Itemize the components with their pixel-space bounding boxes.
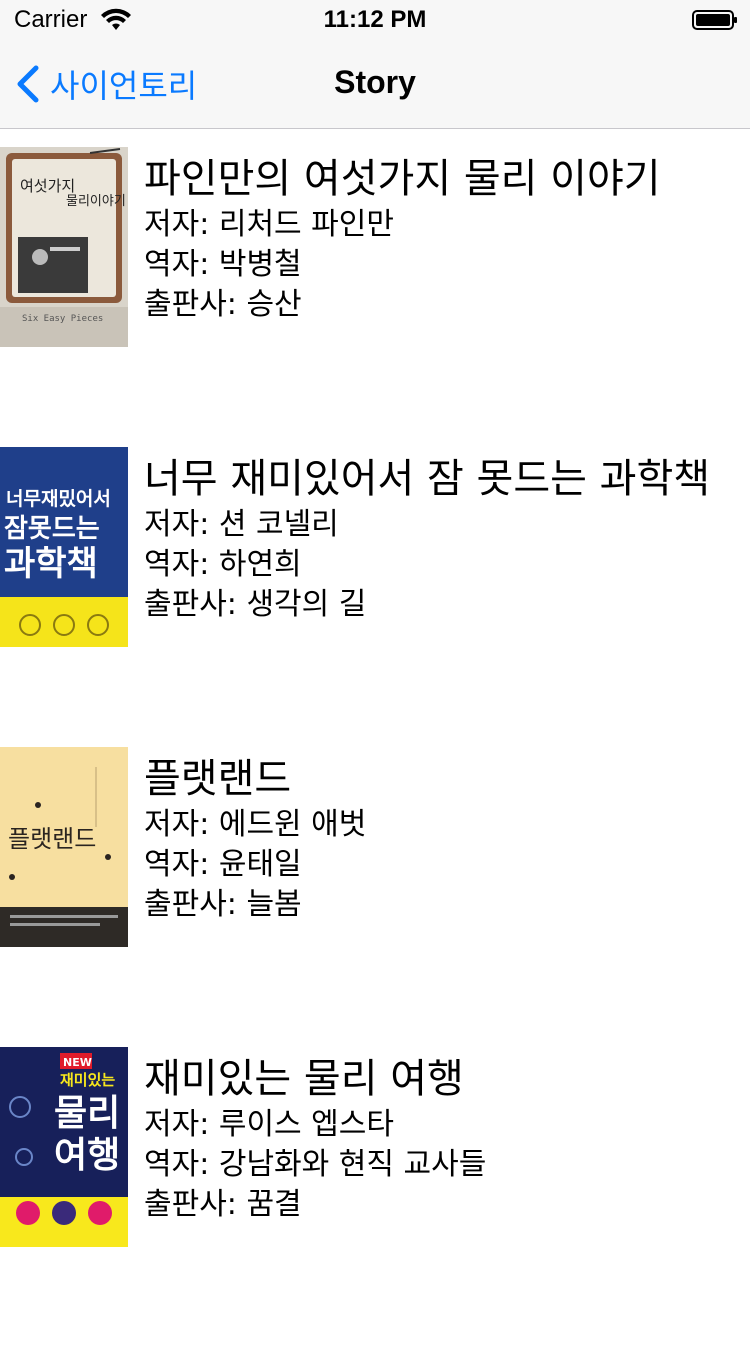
book-row[interactable]: 너무재밌어서 잠못드는 과학책 너무 재미있어서 잠 못드는 과학책 저자: 션… [0, 447, 750, 747]
book-title: 너무 재미있어서 잠 못드는 과학책 [144, 456, 711, 502]
svg-text:NEW: NEW [63, 1056, 92, 1069]
navigation-bar: 사이언토리 Story [0, 40, 750, 128]
book-cover-image: 플랫랜드 [0, 747, 128, 947]
book-row[interactable]: 플랫랜드 플랫랜드 저자: 에드윈 애벗 역자: 윤태일 출판사: 늘봄 [0, 747, 750, 1047]
book-info: 너무 재미있어서 잠 못드는 과학책 저자: 션 코넬리 역자: 하연희 출판사… [144, 453, 710, 625]
book-title: 재미있는 물리 여행 [144, 1056, 464, 1102]
status-bar: Carrier 11:12 PM [0, 0, 750, 40]
svg-text:플랫랜드: 플랫랜드 [8, 825, 96, 853]
book-info: 플랫랜드 저자: 에드윈 애벗 역자: 윤태일 출판사: 늘봄 [144, 753, 366, 925]
book-info: 재미있는 물리 여행 저자: 루이스 엡스타 역자: 강남화와 현직 교사들 출… [144, 1053, 486, 1225]
svg-text:여섯가지: 여섯가지 [20, 177, 75, 195]
book-info: 파인만의 여섯가지 물리 이야기 저자: 리처드 파인만 역자: 박병철 출판사… [144, 153, 661, 325]
svg-text:재미있는: 재미있는 [60, 1071, 115, 1089]
page-title: Story [334, 64, 416, 100]
book-translator: 역자: 하연희 [144, 547, 302, 582]
svg-text:너무재밌어서: 너무재밌어서 [6, 488, 111, 510]
svg-text:물리: 물리 [54, 1093, 120, 1134]
book-author: 저자: 션 코넬리 [144, 507, 339, 542]
battery-icon [692, 10, 737, 30]
book-row[interactable]: 여섯가지 물리이야기 Six Easy Pieces 파인만의 여섯가지 물리 … [0, 147, 750, 447]
book-title: 파인만의 여섯가지 물리 이야기 [144, 156, 661, 202]
book-cover-image: 너무재밌어서 잠못드는 과학책 [0, 447, 128, 647]
book-publisher: 출판사: 늘봄 [144, 887, 302, 922]
svg-text:여행: 여행 [54, 1135, 120, 1176]
svg-text:물리이야기: 물리이야기 [66, 194, 126, 209]
book-publisher: 출판사: 승산 [144, 287, 302, 322]
book-title: 플랫랜드 [144, 756, 292, 802]
book-publisher: 출판사: 생각의 길 [144, 587, 367, 622]
status-time: 11:12 PM [323, 6, 427, 33]
book-translator: 역자: 박병철 [144, 247, 302, 282]
book-row[interactable]: NEW 재미있는 물리 여행 재미있는 물리 여행 저자: 루이스 엡스타 역자… [0, 1047, 750, 1347]
book-translator: 역자: 강남화와 현직 교사들 [144, 1147, 487, 1182]
book-publisher: 출판사: 꿈결 [144, 1187, 302, 1222]
top-bar: Carrier 11:12 PM 사이언토리 Story [0, 0, 750, 129]
svg-text:Six Easy Pieces: Six Easy Pieces [22, 314, 103, 324]
book-cover-image: NEW 재미있는 물리 여행 [0, 1047, 128, 1247]
svg-text:과학책: 과학책 [4, 544, 98, 584]
book-cover-image: 여섯가지 물리이야기 Six Easy Pieces [0, 147, 128, 347]
book-author: 저자: 루이스 엡스타 [144, 1107, 394, 1142]
book-author: 저자: 에드윈 애벗 [144, 807, 367, 842]
svg-text:잠못드는: 잠못드는 [4, 514, 100, 544]
book-author: 저자: 리처드 파인만 [144, 207, 394, 242]
book-translator: 역자: 윤태일 [144, 847, 302, 882]
